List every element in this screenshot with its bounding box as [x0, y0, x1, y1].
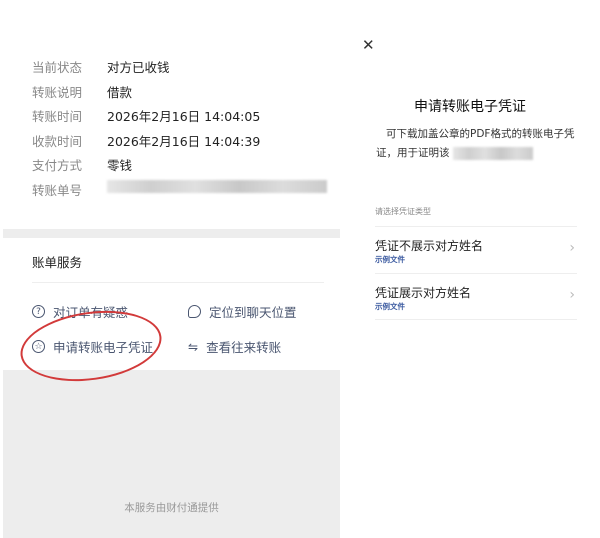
- detail-row-payment: 支付方式 零钱: [32, 155, 132, 174]
- services-title: 账单服务: [32, 255, 83, 270]
- redacted-order-number: [107, 180, 327, 193]
- divider: [32, 282, 324, 283]
- option-show-name[interactable]: 凭证展示对方姓名 示例文件 ›: [375, 273, 577, 320]
- sample-file-link[interactable]: 示例文件: [375, 301, 405, 312]
- voucher-type-prompt: 请选择凭证类型: [375, 207, 431, 216]
- section-divider: [3, 229, 340, 238]
- service-label: 定位到聊天位置: [209, 305, 297, 320]
- detail-label: 支付方式: [32, 158, 83, 173]
- footer-text: 本服务由财付通提供: [124, 502, 219, 514]
- footer: 本服务由财付通提供: [3, 370, 340, 538]
- detail-row-receive-time: 收款时间 2026年2月16日 14:04:39: [32, 131, 260, 150]
- locate-chat-button[interactable]: 定位到聊天位置: [188, 302, 297, 321]
- detail-value: 借款: [107, 85, 133, 100]
- detail-label: 转账单号: [32, 183, 83, 198]
- chevron-right-icon: ›: [569, 287, 575, 303]
- view-transfers-button[interactable]: ⇋ 查看往来转账: [188, 337, 281, 356]
- transfer-detail-panel: 当前状态 对方已收钱 转账说明 借款 转账时间 2026年2月16日 14:04:05…: [0, 0, 340, 538]
- detail-label: 转账说明: [32, 85, 83, 100]
- detail-row-status: 当前状态 对方已收钱: [32, 57, 170, 76]
- voucher-dialog: ✕ 申请转账电子凭证 可下载加盖公章的PDF格式的转账电子凭证，用于证明该 请选…: [340, 0, 600, 538]
- service-label: 查看往来转账: [206, 340, 282, 355]
- sample-file-link[interactable]: 示例文件: [375, 254, 405, 265]
- option-title: 凭证不展示对方姓名: [375, 239, 484, 253]
- redacted-text: [452, 146, 533, 160]
- detail-value: 零钱: [107, 158, 133, 173]
- swap-icon: ⇋: [188, 339, 199, 354]
- detail-value: 2026年2月16日 14:04:39: [107, 134, 261, 149]
- chevron-right-icon: ›: [569, 240, 575, 256]
- detail-label: 收款时间: [32, 134, 83, 149]
- option-title: 凭证展示对方姓名: [375, 286, 472, 300]
- detail-row-order-no: 转账单号: [32, 180, 327, 199]
- chat-bubble-icon: [188, 305, 201, 318]
- dialog-title: 申请转账电子凭证: [414, 99, 526, 115]
- detail-value: 2026年2月16日 14:04:05: [107, 109, 261, 124]
- detail-value: 对方已收钱: [107, 60, 170, 75]
- close-icon[interactable]: ✕: [362, 36, 375, 54]
- question-icon: ?: [32, 305, 45, 318]
- detail-row-note: 转账说明 借款: [32, 82, 132, 101]
- detail-label: 转账时间: [32, 109, 83, 124]
- option-hide-name[interactable]: 凭证不展示对方姓名 示例文件 ›: [375, 226, 577, 273]
- dialog-description: 可下载加盖公章的PDF格式的转账电子凭证，用于证明该: [376, 125, 576, 163]
- detail-row-transfer-time: 转账时间 2026年2月16日 14:04:05: [32, 106, 260, 125]
- detail-label: 当前状态: [32, 60, 83, 75]
